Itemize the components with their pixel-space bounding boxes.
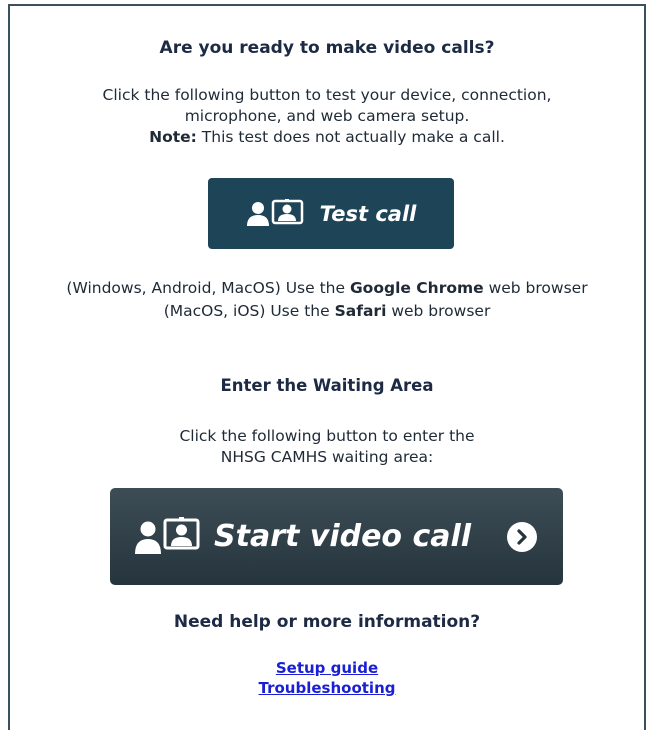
help-links: Setup guide Troubleshooting [10,658,644,698]
ready-line-2: microphone, and web camera setup. [184,107,470,125]
browser-requirements: (Windows, Android, MacOS) Use the Google… [10,277,644,323]
note-line: Note: This test does not actually make a… [10,127,644,148]
test-call-label: Test call [319,201,417,226]
waiting-line-1: Click the following button to enter the [179,427,475,445]
browser-chrome-name: Google Chrome [349,279,484,297]
waiting-line-2: NHSG CAMHS waiting area: [220,448,434,466]
ready-line-1: Click the following button to test your … [102,86,552,104]
ready-title: Are you ready to make video calls? [159,38,495,58]
browser-line-safari: (MacOS, iOS) Use the Safari web browser [10,300,644,323]
note-text: This test does not actually make a call. [196,128,505,146]
setup-guide-link[interactable]: Setup guide [10,658,644,678]
note-label: Note: [149,128,197,146]
browser-line-1-suffix: web browser [483,279,588,297]
troubleshooting-link[interactable]: Troubleshooting [10,678,644,698]
browser-line-2-prefix: (MacOS, iOS) Use the [163,302,335,320]
help-title: Need help or more information? [173,612,481,632]
waiting-area-title: Enter the Waiting Area [220,376,434,395]
test-call-button[interactable]: Test call [208,178,454,249]
video-call-icon [134,516,202,557]
content-panel: Are you ready to make video calls? Click… [8,4,646,730]
chevron-right-circle-icon [507,521,537,552]
video-call-icon [246,198,308,229]
browser-line-1-prefix: (Windows, Android, MacOS) Use the [66,279,350,297]
ready-description: Click the following button to test your … [10,85,644,148]
waiting-area-description: Click the following button to enter the … [10,426,644,468]
start-video-call-button[interactable]: Start video call [110,488,563,585]
browser-line-2-suffix: web browser [386,302,491,320]
browser-line-chrome: (Windows, Android, MacOS) Use the Google… [10,277,644,300]
browser-safari-name: Safari [334,302,387,320]
start-video-call-label: Start video call [214,519,472,554]
